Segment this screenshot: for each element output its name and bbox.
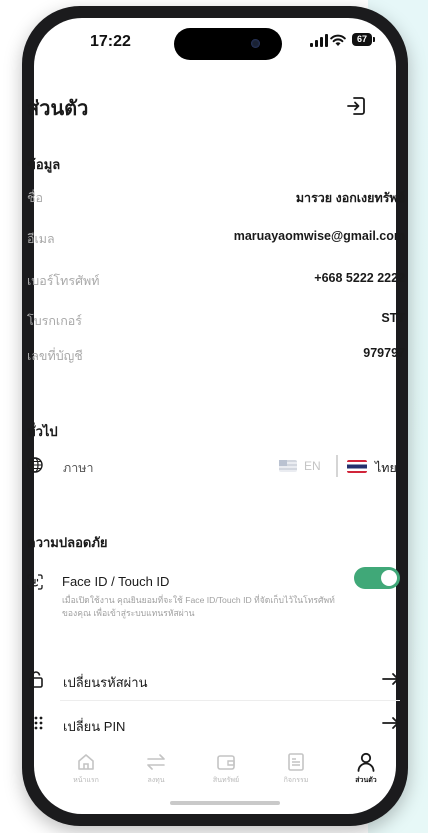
face-id-toggle[interactable] [354,567,400,589]
toggle-knob [381,570,397,586]
keypad-icon [29,716,43,730]
change-password-row[interactable]: เปลี่ยนรหัสผ่าน [27,669,400,691]
tab-assets[interactable]: สินทรัพย์ [196,747,256,793]
person-icon [357,752,375,772]
broker-label: โบรกเกอร์ [27,314,82,328]
general-section-title: ทั่วไป [27,424,58,439]
signal-icon [310,34,328,47]
language-row: ภาษา EN ไทย [27,455,399,478]
menu-divider [60,700,400,701]
home-icon [78,754,94,770]
globe-icon [27,457,43,473]
phone-label: เบอร์โทรศัพท์ [27,274,100,288]
document-icon [288,753,304,771]
wallet-icon [217,755,235,770]
change-password-label: เปลี่ยนรหัสผ่าน [63,675,148,690]
lock-icon [29,671,43,688]
dynamic-island [174,28,282,60]
battery-icon: 67 [352,33,375,46]
phone-screen: 17:22 67 [34,18,396,814]
home-indicator [170,801,280,805]
name-label: ชื่อ [27,191,43,205]
exchange-icon [147,754,165,770]
tab-activity-label: กิจกรรม [283,777,309,784]
wifi-icon [330,34,346,46]
us-flag-icon[interactable] [279,460,297,472]
language-option-th[interactable]: ไทย [375,458,397,478]
face-id-icon [27,574,43,590]
change-pin-row[interactable]: เปลี่ยน PIN [27,713,400,735]
language-option-en[interactable]: EN [304,459,321,473]
tab-home-label: หน้าแรก [73,777,99,784]
arrow-right-icon [382,717,399,729]
broker-value: STT [381,311,405,325]
info-section-title: ข้อมูล [27,157,61,172]
logout-icon[interactable] [345,95,367,117]
email-label: อีเมล [27,232,55,246]
change-pin-label: เปลี่ยน PIN [63,719,126,734]
email-value: maruayaomwise@gmail.com [233,229,405,243]
language-label: ภาษา [63,461,94,475]
arrow-right-icon [382,673,399,685]
tab-invest[interactable]: ลงทุน [126,747,186,793]
tab-assets-label: สินทรัพย์ [212,777,240,784]
tab-home[interactable]: หน้าแรก [56,747,116,793]
status-bar: 17:22 67 [34,18,396,64]
tab-profile[interactable]: ส่วนตัว [336,747,396,793]
tab-invest-label: ลงทุน [147,777,165,784]
page-title: ส่วนตัว [27,98,89,120]
camera-icon [251,39,260,48]
face-id-label: Face ID / Touch ID [62,574,170,589]
security-section-title: ความปลอดภัย [27,535,108,550]
phone-value: +668 5222 2222 [314,271,405,285]
name-value: มารวย งอกเงยทรัพย์ [295,191,405,205]
status-time: 17:22 [90,33,131,50]
account-number-value: 979797 [363,346,405,360]
tab-activity[interactable]: กิจกรรม [266,747,326,793]
face-id-description: เมื่อเปิดใช้งาน คุณยินยอมที่จะใช้ Face I… [62,595,335,618]
bottom-tab-bar: หน้าแรก ลงทุน สินทรัพย์ กิจกรรม ส่วนตัว [56,747,396,793]
language-divider [336,455,338,477]
thai-flag-icon[interactable] [347,460,367,473]
tab-profile-label: ส่วนตัว [355,777,377,784]
account-number-label: เลขที่บัญชี [27,349,83,363]
